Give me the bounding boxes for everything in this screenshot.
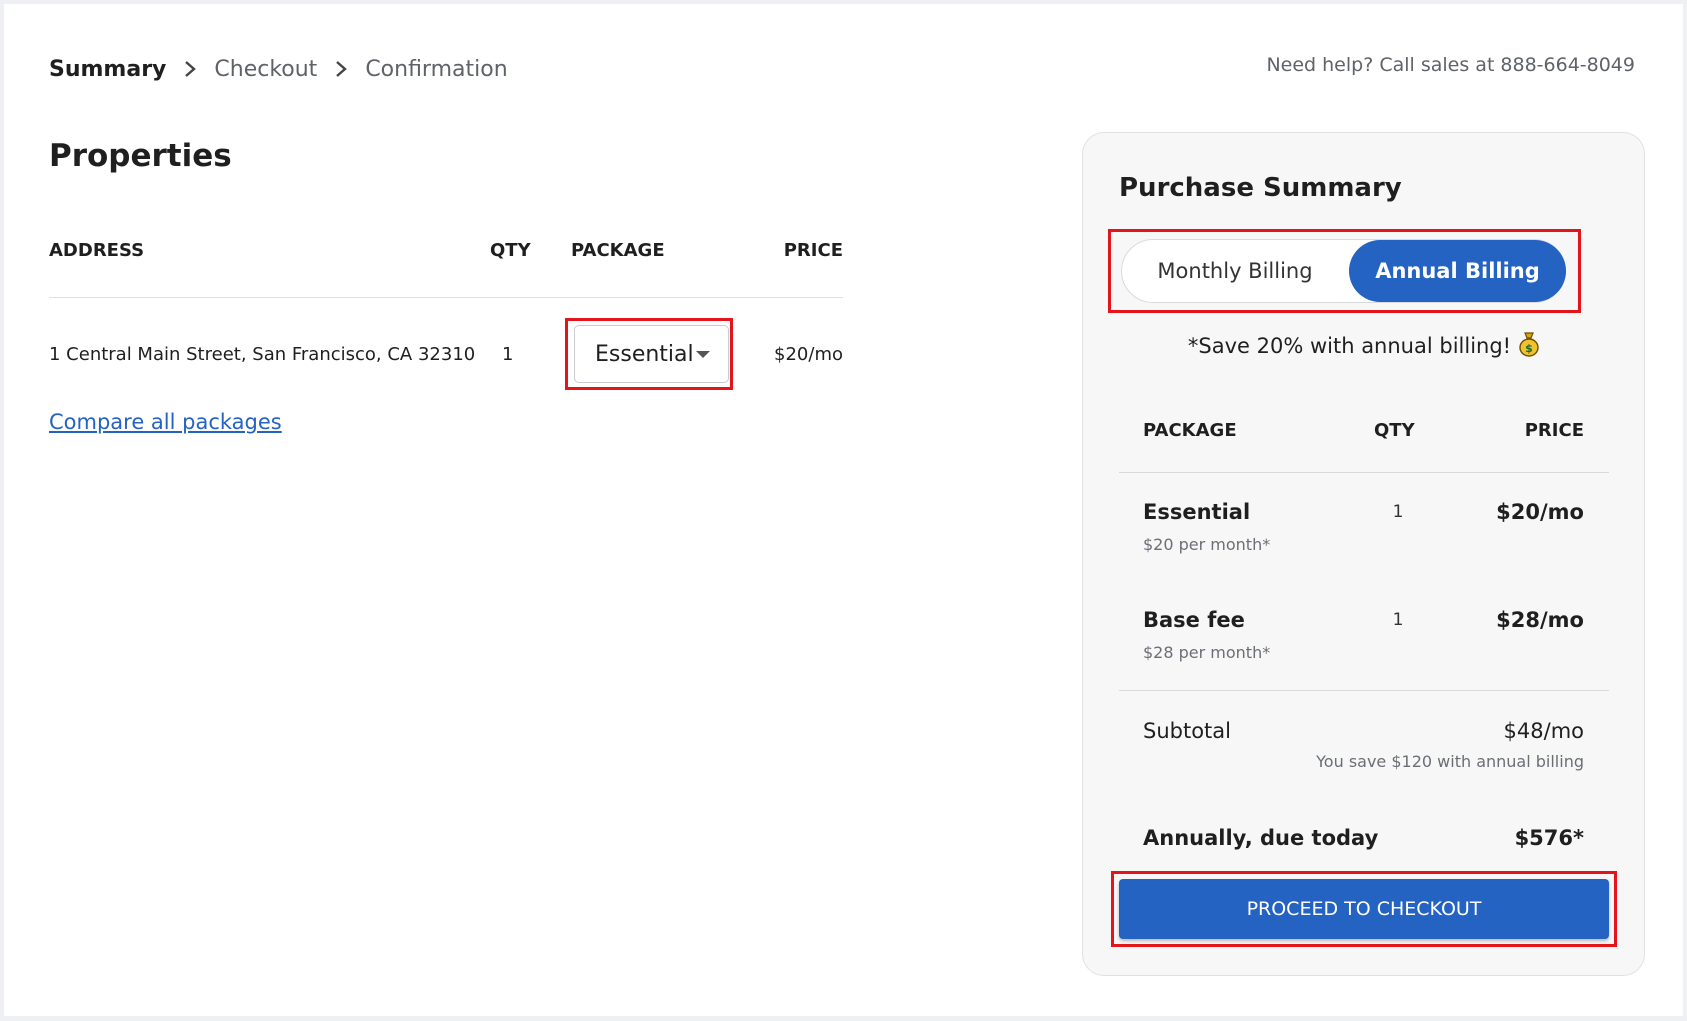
money-bag-icon: $ <box>1519 332 1539 357</box>
summary-column-price: PRICE <box>1524 420 1584 441</box>
item-price: $20/mo <box>1496 500 1584 524</box>
item-name: Essential <box>1143 500 1251 524</box>
package-select-highlight: Essential <box>565 318 733 390</box>
purchase-summary-panel: Purchase Summary Monthly Billing Annual … <box>1082 132 1645 976</box>
checkout-button-highlight: PROCEED TO CHECKOUT <box>1111 871 1617 947</box>
breadcrumb-checkout[interactable]: Checkout <box>214 57 317 82</box>
annual-savings-note: *Save 20% with annual billing! $ <box>1083 331 1646 358</box>
item-qty: 1 <box>1392 502 1404 522</box>
column-header-package: PACKAGE <box>571 240 665 261</box>
billing-toggle-highlight: Monthly Billing Annual Billing <box>1108 229 1581 313</box>
help-text: Need help? Call sales at <box>1266 54 1495 76</box>
billing-toggle: Monthly Billing Annual Billing <box>1121 239 1566 303</box>
item-name: Base fee <box>1143 608 1245 632</box>
due-today-label: Annually, due today <box>1143 826 1379 850</box>
item-subtext: $20 per month* <box>1143 535 1271 554</box>
breadcrumb-summary[interactable]: Summary <box>49 57 166 82</box>
purchase-summary-title: Purchase Summary <box>1119 173 1402 203</box>
table-divider <box>49 297 843 298</box>
summary-column-package: PACKAGE <box>1143 420 1237 441</box>
column-header-address: ADDRESS <box>49 240 145 261</box>
chevron-right-icon <box>317 60 365 78</box>
breadcrumb: Summary Checkout Confirmation <box>49 52 508 86</box>
subtotal-savings-note: You save $120 with annual billing <box>1316 752 1584 771</box>
package-select[interactable]: Essential <box>574 325 729 383</box>
summary-divider <box>1119 690 1609 691</box>
chevron-right-icon <box>166 60 214 78</box>
qty-cell: 1 <box>502 344 514 365</box>
subtotal-label: Subtotal <box>1143 719 1231 743</box>
monthly-billing-option[interactable]: Monthly Billing <box>1122 240 1348 302</box>
page: Summary Checkout Confirmation Need help?… <box>4 4 1683 1016</box>
package-select-value: Essential <box>595 341 694 367</box>
sales-phone-link[interactable]: 888-664-8049 <box>1500 54 1635 76</box>
column-header-price: PRICE <box>783 240 843 261</box>
sales-help: Need help? Call sales at 888-664-8049 <box>1266 54 1635 76</box>
summary-column-qty: QTY <box>1374 420 1415 441</box>
price-cell: $20/mo <box>774 344 843 365</box>
due-today-value: $576* <box>1514 826 1584 850</box>
breadcrumb-confirmation[interactable]: Confirmation <box>365 57 507 82</box>
address-cell: 1 Central Main Street, San Francisco, CA… <box>49 344 476 365</box>
page-title: Properties <box>49 138 232 174</box>
summary-divider <box>1119 472 1609 473</box>
compare-packages-link[interactable]: Compare all packages <box>49 410 282 434</box>
svg-text:$: $ <box>1525 342 1533 355</box>
item-subtext: $28 per month* <box>1143 643 1271 662</box>
chevron-down-icon <box>696 351 710 358</box>
proceed-to-checkout-button[interactable]: PROCEED TO CHECKOUT <box>1119 879 1609 939</box>
subtotal-value: $48/mo <box>1503 719 1584 743</box>
annual-savings-text: *Save 20% with annual billing! <box>1187 334 1512 358</box>
item-price: $28/mo <box>1496 608 1584 632</box>
item-qty: 1 <box>1392 610 1404 630</box>
annual-billing-option[interactable]: Annual Billing <box>1349 240 1566 302</box>
column-header-qty: QTY <box>490 240 531 261</box>
